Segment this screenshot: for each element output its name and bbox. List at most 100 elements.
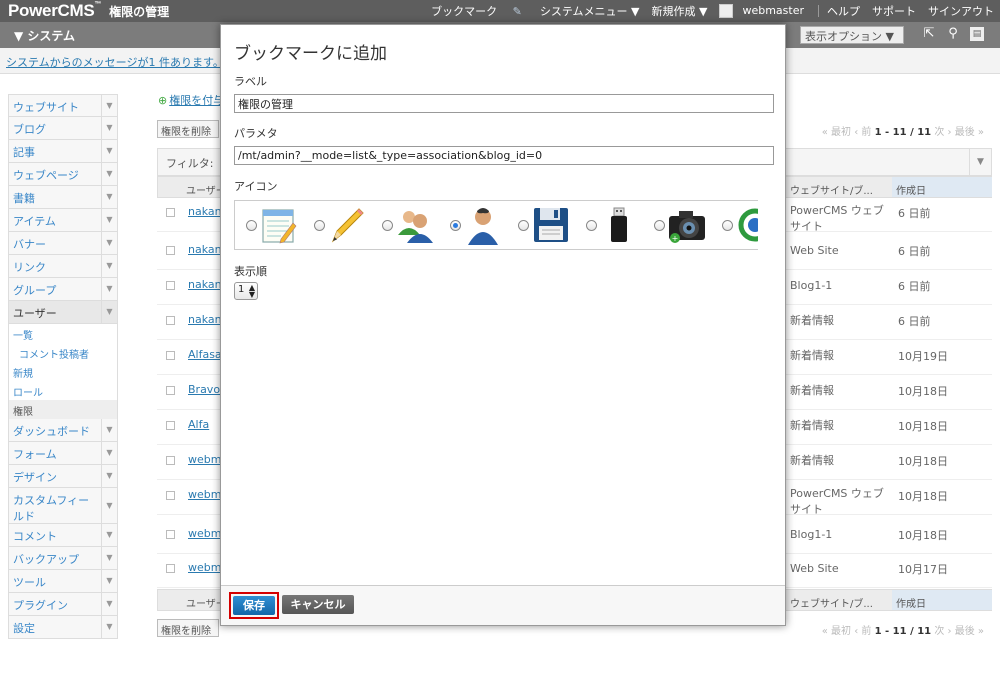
chevron-down-icon[interactable]: ▼	[101, 255, 117, 277]
sidebar-subitem[interactable]: コメント投稿者	[8, 343, 118, 362]
column-site[interactable]: ウェブサイト/ブ...	[790, 182, 873, 197]
sidebar-item[interactable]: バナー ▼	[8, 232, 118, 255]
icon-radio-selected[interactable]	[450, 220, 461, 231]
row-checkbox[interactable]	[166, 316, 175, 325]
row-user-link[interactable]: nakan	[188, 278, 222, 291]
sidebar-item[interactable]: 設定 ▼	[8, 616, 118, 639]
scope-selector[interactable]: ▼ システム	[14, 27, 75, 44]
chevron-down-icon[interactable]: ▼	[101, 442, 117, 464]
row-user-link[interactable]: Alfa	[188, 418, 209, 431]
row-user-link[interactable]: webm	[188, 488, 221, 501]
sidebar-subitem[interactable]: ロール	[8, 381, 118, 400]
system-message-link[interactable]: システムからのメッセージが1 件あります。	[6, 54, 224, 70]
chevron-down-icon[interactable]: ▼	[101, 570, 117, 592]
row-user-link[interactable]: nakan	[188, 313, 222, 326]
chevron-down-icon[interactable]: ▼	[101, 593, 117, 615]
sidebar-item[interactable]: ウェブページ ▼	[8, 163, 118, 186]
row-checkbox[interactable]	[166, 491, 175, 500]
sidebar-item[interactable]: 書籍 ▼	[8, 186, 118, 209]
sidebar-item[interactable]: デザイン ▼	[8, 465, 118, 488]
sidebar-item[interactable]: ダッシュボード ▼	[8, 419, 118, 442]
row-checkbox[interactable]	[166, 456, 175, 465]
row-user-link[interactable]: nakan	[188, 243, 222, 256]
save-button[interactable]: 保存	[233, 596, 275, 615]
row-user-link[interactable]: Alfasa	[188, 348, 222, 361]
row-user-link[interactable]: webm	[188, 527, 221, 540]
chevron-down-icon[interactable]: ▼	[101, 419, 117, 441]
brand-logo[interactable]: PowerCMS™	[8, 1, 101, 21]
icon-radio[interactable]	[586, 220, 597, 231]
system-menu[interactable]: システムメニュー ▼	[540, 3, 640, 19]
chevron-down-icon[interactable]: ▼	[101, 616, 117, 638]
sidebar-subitem[interactable]: 一覧	[8, 324, 118, 343]
document-icon[interactable]: ▤	[970, 27, 984, 41]
sidebar-item[interactable]: ツール ▼	[8, 570, 118, 593]
bookmark-menu[interactable]: ブックマーク ✎	[425, 3, 528, 19]
icon-radio[interactable]	[654, 220, 665, 231]
help-link[interactable]: ヘルプ	[827, 3, 860, 19]
chevron-down-icon[interactable]: ▼	[101, 140, 117, 162]
row-checkbox[interactable]	[166, 246, 175, 255]
display-options-button[interactable]: 表示オプション ▼	[800, 26, 904, 44]
grant-permission-link[interactable]: ⊕ 権限を付与	[158, 92, 224, 108]
sidebar-item[interactable]: グループ ▼	[8, 278, 118, 301]
sidebar-item-users[interactable]: ユーザー ▼	[8, 301, 118, 324]
support-link[interactable]: サポート	[872, 3, 916, 19]
user-menu[interactable]: webmaster	[719, 4, 810, 18]
sidebar-item[interactable]: バックアップ ▼	[8, 547, 118, 570]
chevron-down-icon[interactable]: ▼	[969, 149, 991, 175]
sidebar-subitem[interactable]: 権限	[8, 400, 118, 419]
sidebar-item[interactable]: プラグイン ▼	[8, 593, 118, 616]
row-user-link[interactable]: nakan	[188, 205, 222, 218]
chevron-down-icon[interactable]: ▼	[101, 209, 117, 231]
chevron-down-icon[interactable]: ▼	[101, 232, 117, 254]
row-user-link[interactable]: webm	[188, 561, 221, 574]
external-link-icon[interactable]: ⇱	[922, 27, 936, 41]
cancel-button[interactable]: キャンセル	[282, 595, 354, 614]
delete-permission-button-top[interactable]: 権限を削除	[157, 120, 219, 138]
sidebar-subitem[interactable]: 新規	[8, 362, 118, 381]
sidebar-item[interactable]: 記事 ▼	[8, 140, 118, 163]
chevron-down-icon[interactable]: ▼	[101, 95, 117, 117]
order-select[interactable]: 1 ▲ ▼	[234, 282, 258, 300]
chevron-down-icon[interactable]: ▼	[101, 301, 117, 323]
chevron-down-icon[interactable]: ▼	[101, 488, 117, 523]
search-icon[interactable]: ⚲	[946, 27, 960, 41]
chevron-down-icon[interactable]: ▼	[101, 465, 117, 487]
icon-radio[interactable]	[518, 220, 529, 231]
chevron-down-icon[interactable]: ▼	[101, 524, 117, 546]
sidebar-item[interactable]: コメント ▼	[8, 524, 118, 547]
delete-permission-button-bottom[interactable]: 権限を削除	[157, 619, 219, 637]
icon-radio[interactable]	[382, 220, 393, 231]
row-checkbox[interactable]	[166, 208, 175, 217]
row-checkbox[interactable]	[166, 281, 175, 290]
param-input[interactable]	[234, 146, 774, 165]
column-created[interactable]: 作成日	[896, 595, 926, 610]
row-user-link[interactable]: webm	[188, 453, 221, 466]
sidebar-item[interactable]: リンク ▼	[8, 255, 118, 278]
sidebar-item[interactable]: ウェブサイト ▼	[8, 94, 118, 117]
row-checkbox[interactable]	[166, 530, 175, 539]
row-checkbox[interactable]	[166, 351, 175, 360]
chevron-down-icon[interactable]: ▼	[101, 163, 117, 185]
chevron-down-icon[interactable]: ▼	[101, 117, 117, 139]
row-checkbox[interactable]	[166, 421, 175, 430]
new-item-menu[interactable]: 新規作成 ▼	[651, 3, 707, 19]
row-checkbox[interactable]	[166, 564, 175, 573]
sidebar-item[interactable]: アイテム ▼	[8, 209, 118, 232]
row-checkbox[interactable]	[166, 386, 175, 395]
chevron-down-icon[interactable]: ▼	[101, 186, 117, 208]
icon-radio[interactable]	[722, 220, 733, 231]
row-user-link[interactable]: Bravo	[188, 383, 220, 396]
label-input[interactable]	[234, 94, 774, 113]
chevron-down-icon[interactable]: ▼	[101, 278, 117, 300]
column-site[interactable]: ウェブサイト/ブ...	[790, 595, 873, 610]
chevron-down-icon[interactable]: ▼	[101, 547, 117, 569]
column-created[interactable]: 作成日	[896, 182, 926, 197]
icon-radio[interactable]	[314, 220, 325, 231]
sidebar-item[interactable]: カスタムフィールド ▼	[8, 488, 118, 524]
sidebar-item[interactable]: フォーム ▼	[8, 442, 118, 465]
sidebar-item[interactable]: ブログ ▼	[8, 117, 118, 140]
icon-radio[interactable]	[246, 220, 257, 231]
signout-link[interactable]: サインアウト	[928, 3, 994, 19]
